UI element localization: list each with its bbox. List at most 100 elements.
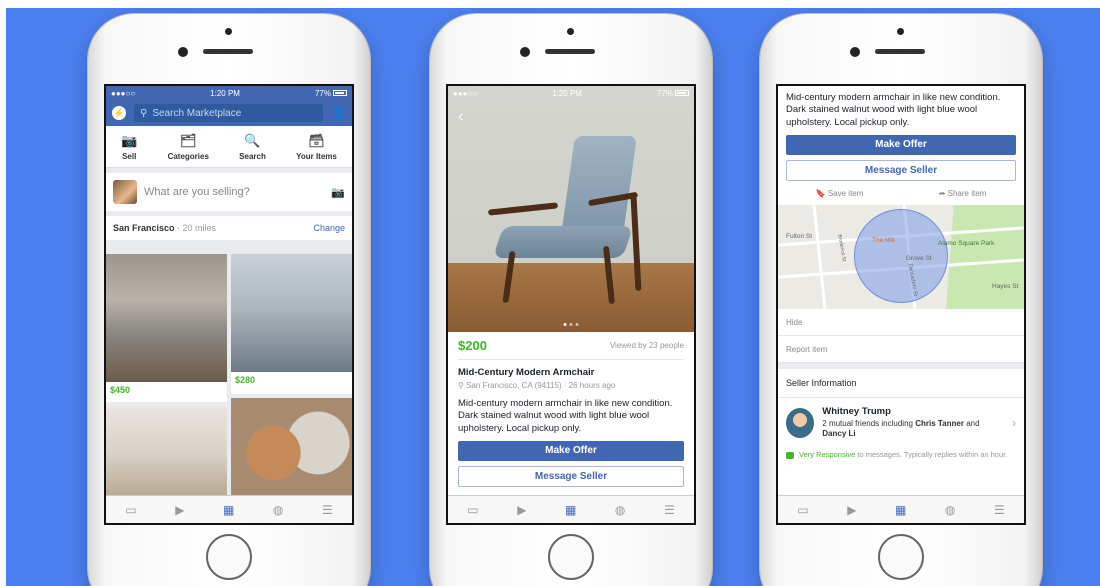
map-road (812, 205, 827, 309)
item-price: $200 (458, 338, 487, 353)
message-seller-button[interactable]: Message Seller (458, 466, 684, 488)
marketplace-icon[interactable]: ▦ (565, 503, 576, 517)
item-photo[interactable]: ●●●○○ 1:20 PM 77% ‹ (448, 86, 694, 332)
front-camera (178, 47, 188, 57)
video-icon[interactable]: ▶ (517, 503, 526, 517)
sell-composer[interactable]: What are you selling? 📷 (106, 173, 352, 211)
location-map[interactable]: Fulton St Broderick St The Mill Grove St… (778, 205, 1024, 310)
phone-sensor (897, 28, 904, 35)
search-button[interactable]: 🔍 Search (239, 133, 266, 161)
item-location: ⚲ San Francisco, CA (94115) · 26 hours a… (458, 381, 616, 390)
map-label-fulton: Fulton St (786, 233, 813, 241)
listing-summary: Mid-century modern armchair in like new … (778, 86, 1024, 182)
listing-teddy-bears[interactable] (231, 398, 352, 498)
park-area (946, 205, 1024, 310)
teddy-bears-photo (231, 398, 352, 498)
back-chevron-icon[interactable]: ‹ (458, 108, 463, 126)
make-offer-button[interactable]: Make Offer (458, 441, 684, 462)
phone-listing-detail: ●●●○○ 1:20 PM 77% ‹ $200 Viewed by 23 pe… (430, 14, 712, 586)
chair-leg (630, 195, 642, 292)
screen-listing-detail: ●●●○○ 1:20 PM 77% ‹ $200 Viewed by 23 pe… (446, 84, 696, 525)
status-time: 1:20 PM (552, 88, 582, 98)
screen-marketplace-home: ●●●○○ 1:20 PM 77% ⚡ ⚲ Search Marketplace… (104, 84, 354, 525)
globe-icon[interactable]: ◍ (945, 503, 955, 517)
seller-profile-row[interactable]: Whitney Trump 2 mutual friends including… (778, 398, 1024, 448)
item-actions: 🔖 Save item ➦ Share item (778, 181, 1024, 205)
item-title: Mid-Century Modern Armchair (458, 367, 595, 378)
seller-name: Whitney Trump (822, 406, 891, 418)
share-item-button[interactable]: ➦ Share item (939, 189, 987, 198)
mutual-friends: 2 mutual friends including Chris Tanner … (822, 419, 980, 439)
listing-sofa[interactable]: $450 (106, 254, 227, 402)
globe-icon[interactable]: ◍ (273, 503, 283, 517)
home-icon[interactable]: ▭ (125, 503, 136, 517)
listing-price: $450 (110, 385, 131, 395)
report-item-button[interactable]: Report item (778, 336, 1024, 364)
coffee-maker-photo (106, 408, 227, 498)
marketplace-icon[interactable]: ▦ (223, 503, 234, 517)
photo-pager (563, 323, 579, 326)
video-icon[interactable]: ▶ (175, 503, 184, 517)
map-label-alamo-square: Alamo Square Park (938, 240, 995, 248)
search-icon: 🔍 (244, 132, 261, 148)
screen-listing-seller: Mid-century modern armchair in like new … (776, 84, 1026, 525)
video-icon[interactable]: ▶ (847, 503, 856, 517)
map-label-hayes: Hayes St (992, 283, 1019, 291)
chair-leg (502, 250, 516, 304)
chair-arm (487, 202, 559, 216)
search-row: ⚡ ⚲ Search Marketplace 👤 (106, 100, 352, 126)
item-description: Mid-century modern armchair in like new … (786, 92, 1001, 128)
approximate-location-circle (854, 209, 948, 304)
view-count: Viewed by 23 people (609, 341, 684, 350)
carrier-signal: ●●●○○ (111, 88, 136, 98)
item-description: Mid-century modern armchair in like new … (458, 398, 673, 434)
menu-icon[interactable]: ☰ (994, 503, 1005, 517)
profile-list-icon[interactable]: 👤 (331, 106, 346, 120)
map-label-grove: Grove St (906, 255, 932, 263)
change-location-link[interactable]: Change (313, 223, 345, 233)
hide-item-button[interactable]: Hide (778, 309, 1024, 337)
sell-button[interactable]: 📷 Sell (121, 133, 137, 161)
phone-sensor (225, 28, 232, 35)
your-items-icon: 🗃 (308, 132, 325, 148)
make-offer-button[interactable]: Make Offer (786, 135, 1016, 156)
menu-icon[interactable]: ☰ (322, 503, 333, 517)
seller-information-heading: Seller Information (778, 369, 1024, 399)
listing-bicycle[interactable]: $280 (231, 254, 352, 394)
message-seller-button[interactable]: Message Seller (786, 160, 1016, 182)
phone-marketplace: ●●●○○ 1:20 PM 77% ⚡ ⚲ Search Marketplace… (88, 14, 370, 586)
search-input[interactable]: ⚲ Search Marketplace (134, 104, 324, 122)
location-pin-icon: ⚲ (458, 381, 467, 390)
front-camera (850, 47, 860, 57)
categories-button[interactable]: 🗂 Categories (168, 133, 209, 161)
tab-bar: ▭ ▶ ▦ ◍ ☰ (448, 495, 694, 523)
marketplace-icon[interactable]: ▦ (895, 503, 906, 517)
messenger-icon[interactable]: ⚡ (112, 106, 126, 120)
menu-icon[interactable]: ☰ (664, 503, 675, 517)
message-bubble-icon (786, 451, 794, 459)
your-items-button[interactable]: 🗃 Your Items (296, 133, 337, 161)
home-icon[interactable]: ▭ (467, 503, 478, 517)
home-button[interactable] (548, 534, 594, 580)
map-label-the-mill: The Mill (872, 237, 895, 245)
home-button[interactable] (878, 534, 924, 580)
seller-avatar (786, 407, 815, 438)
globe-icon[interactable]: ◍ (615, 503, 625, 517)
home-button[interactable] (206, 534, 252, 580)
sell-placeholder: What are you selling? (144, 186, 250, 198)
search-placeholder: Search Marketplace (152, 107, 242, 119)
earpiece-speaker (203, 49, 253, 54)
bicycle-photo (231, 254, 352, 372)
earpiece-speaker (545, 49, 595, 54)
location-row: San Francisco · 20 miles Change (106, 216, 352, 240)
listing-price: $280 (235, 375, 256, 385)
responsiveness-note: Very Responsive to messages. Typically r… (778, 448, 1024, 460)
chevron-right-icon: › (1012, 415, 1016, 430)
save-item-button[interactable]: 🔖 Save item (816, 189, 864, 198)
status-bar: ●●●○○ 1:20 PM 77% (106, 86, 352, 100)
home-icon[interactable]: ▭ (797, 503, 808, 517)
camera-icon[interactable]: 📷 (331, 186, 345, 199)
listing-coffee-maker[interactable] (106, 408, 227, 498)
carrier-signal: ●●●○○ (453, 88, 478, 98)
tab-bar: ▭ ▶ ▦ ◍ ☰ (778, 495, 1024, 523)
